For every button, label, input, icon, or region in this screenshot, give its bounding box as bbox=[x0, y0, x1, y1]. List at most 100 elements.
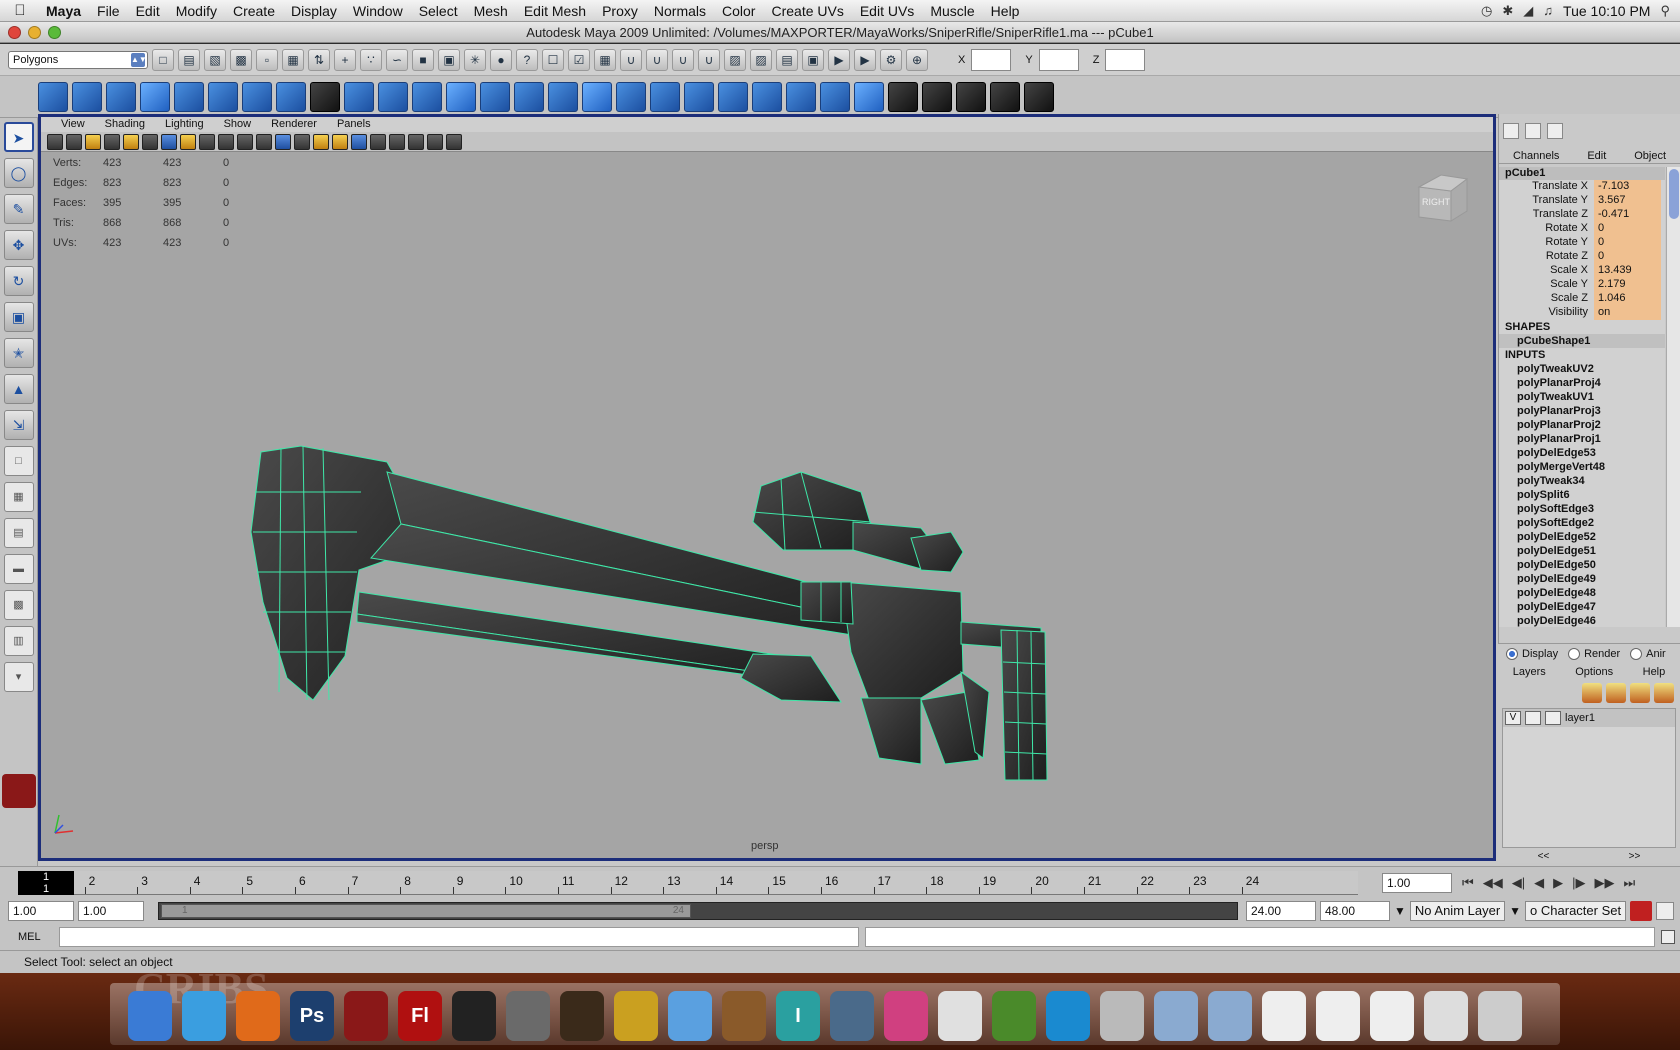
input-node[interactable]: polyDelEdge48 bbox=[1499, 586, 1665, 600]
extract-icon[interactable] bbox=[378, 81, 408, 112]
panel-menu-lighting[interactable]: Lighting bbox=[165, 117, 204, 132]
snap-grid-icon[interactable]: ▦ bbox=[594, 48, 616, 71]
unity-icon[interactable] bbox=[452, 991, 496, 1041]
spotlight-icon[interactable]: ⚲ bbox=[1660, 3, 1670, 19]
poly-sphere-icon[interactable] bbox=[38, 81, 68, 112]
poly-torus-icon[interactable] bbox=[208, 81, 238, 112]
attribute-editor-toggle-icon[interactable] bbox=[1525, 123, 1541, 139]
auto-map-icon[interactable] bbox=[990, 81, 1020, 112]
input-node[interactable]: polyPlanarProj4 bbox=[1499, 376, 1665, 390]
poly-pipe-icon[interactable] bbox=[276, 81, 306, 112]
auto-key-icon[interactable] bbox=[1630, 901, 1653, 921]
pick-handles-icon[interactable]: + bbox=[334, 48, 356, 71]
character-set-dropdown[interactable]: o Character Set bbox=[1525, 901, 1627, 921]
y-field[interactable] bbox=[1038, 48, 1079, 71]
poly-cube-icon[interactable] bbox=[72, 81, 102, 112]
maya-icon[interactable] bbox=[344, 991, 388, 1041]
input-node[interactable]: polyPlanarProj1 bbox=[1499, 432, 1665, 446]
append-polygon-icon[interactable] bbox=[582, 81, 612, 112]
lasso-tool-icon[interactable]: ◯ bbox=[3, 158, 34, 188]
attr-value[interactable]: 0 bbox=[1594, 236, 1661, 250]
safe-title-icon[interactable] bbox=[237, 133, 253, 150]
poly-cone-icon[interactable] bbox=[140, 81, 170, 112]
channel-box-scrollbar[interactable] bbox=[1666, 167, 1680, 627]
panel-menu-view[interactable]: View bbox=[61, 117, 85, 132]
pick-curves-icon[interactable]: ∽ bbox=[386, 48, 408, 71]
isolate-select-icon[interactable] bbox=[389, 133, 405, 150]
node-name[interactable]: pCube1 bbox=[1499, 167, 1665, 180]
poly-plane-icon[interactable] bbox=[174, 81, 204, 112]
render-current-icon[interactable]: ▶ bbox=[828, 48, 850, 71]
menu-select[interactable]: Select bbox=[411, 0, 466, 22]
itunes-icon[interactable] bbox=[668, 991, 712, 1041]
input-node[interactable]: polyTweak34 bbox=[1499, 474, 1665, 488]
menu-normals[interactable]: Normals bbox=[646, 0, 714, 22]
apple-icon[interactable]:  bbox=[0, 2, 40, 19]
step-forward-frame-icon[interactable]: |▶ bbox=[1572, 875, 1585, 891]
insert-edge-loop-icon[interactable] bbox=[650, 81, 680, 112]
shadows-icon[interactable] bbox=[351, 133, 367, 150]
grid-icon[interactable] bbox=[123, 133, 139, 150]
close-icon[interactable] bbox=[8, 26, 21, 39]
imovie-icon[interactable] bbox=[614, 991, 658, 1041]
input-node[interactable]: polyDelEdge47 bbox=[1499, 600, 1665, 614]
channel-tab-edit[interactable]: Edit bbox=[1587, 148, 1606, 163]
separate-icon[interactable] bbox=[344, 81, 374, 112]
channel-tab-channels[interactable]: Channels bbox=[1513, 148, 1559, 163]
menu-edit-mesh[interactable]: Edit Mesh bbox=[516, 0, 594, 22]
shape-node[interactable]: pCubeShape1 bbox=[1499, 334, 1665, 348]
applications-folder-icon[interactable] bbox=[1154, 991, 1198, 1041]
camera-attr-icon[interactable] bbox=[66, 133, 82, 150]
wifi-icon[interactable]: ◢ bbox=[1523, 3, 1533, 19]
script-editor-icon[interactable] bbox=[1660, 930, 1675, 944]
lights-icon[interactable] bbox=[332, 133, 348, 150]
wedge-icon[interactable] bbox=[752, 81, 782, 112]
input-ops-icon[interactable]: ▨ bbox=[724, 48, 746, 71]
play-forward-icon[interactable]: ▶ bbox=[1553, 875, 1563, 891]
time-machine-icon[interactable]: ◷ bbox=[1481, 3, 1492, 19]
universal-manip-icon[interactable]: ✭ bbox=[3, 338, 34, 368]
rotate-tool-icon[interactable]: ↻ bbox=[3, 266, 34, 296]
attr-row[interactable]: Scale Y 2.179 bbox=[1499, 278, 1665, 292]
input-node[interactable]: polyPlanarProj2 bbox=[1499, 418, 1665, 432]
trash-icon[interactable] bbox=[1478, 991, 1522, 1041]
soft-mod-icon[interactable]: ▲ bbox=[3, 374, 34, 404]
input-node[interactable]: polyPlanarProj3 bbox=[1499, 404, 1665, 418]
smooth-shade-icon[interactable] bbox=[275, 133, 291, 150]
maximize-icon[interactable] bbox=[48, 26, 61, 39]
doc-stack-4-icon[interactable] bbox=[1424, 991, 1468, 1041]
bluetooth-icon[interactable]: ✱ bbox=[1502, 3, 1513, 19]
offset-edge-loop-icon[interactable] bbox=[684, 81, 714, 112]
layer-menu-options[interactable]: Options bbox=[1575, 664, 1613, 680]
attr-value[interactable]: on bbox=[1594, 306, 1661, 320]
input-node[interactable]: polyDelEdge52 bbox=[1499, 530, 1665, 544]
new-layer-from-selected-icon[interactable] bbox=[1654, 683, 1674, 703]
range-slider-handle[interactable]: 1 24 bbox=[161, 904, 691, 918]
range-slider[interactable]: 1 24 bbox=[158, 902, 1238, 920]
tool-settings-toggle-icon[interactable] bbox=[1547, 123, 1563, 139]
attr-row[interactable]: Rotate Y 0 bbox=[1499, 236, 1665, 250]
attr-value[interactable]: 3.567 bbox=[1594, 194, 1661, 208]
anim-end-field[interactable]: 48.00 bbox=[1320, 901, 1390, 921]
layer-row[interactable]: V layer1 bbox=[1503, 709, 1675, 727]
step-back-frame-icon[interactable]: ◀| bbox=[1512, 875, 1525, 891]
input-node[interactable]: polySoftEdge3 bbox=[1499, 502, 1665, 516]
doc-stack-icon[interactable] bbox=[1262, 991, 1306, 1041]
channel-tab-object[interactable]: Object bbox=[1634, 148, 1666, 163]
attr-row[interactable]: Visibility on bbox=[1499, 306, 1665, 320]
current-time-field[interactable]: 1.00 bbox=[1382, 873, 1452, 893]
step-back-key-icon[interactable]: ◀◀ bbox=[1483, 875, 1503, 891]
go-to-end-icon[interactable]: ⏭ bbox=[1623, 875, 1635, 891]
open-scene-icon[interactable]: ▤ bbox=[178, 48, 200, 71]
menu-color[interactable]: Color bbox=[714, 0, 763, 22]
input-node[interactable]: polyDelEdge50 bbox=[1499, 558, 1665, 572]
planar-map-icon[interactable] bbox=[888, 81, 918, 112]
high-quality-icon[interactable] bbox=[427, 133, 443, 150]
layer-nav-next[interactable]: >> bbox=[1629, 851, 1641, 863]
flash-icon[interactable]: Fl bbox=[398, 991, 442, 1041]
finder-icon[interactable] bbox=[128, 991, 172, 1041]
wireframe-icon[interactable] bbox=[256, 133, 272, 150]
merge-vertices-icon[interactable] bbox=[718, 81, 748, 112]
playback-start-field[interactable]: 1.00 bbox=[78, 901, 144, 921]
selection-mask-icon[interactable]: ⇅ bbox=[308, 48, 330, 71]
